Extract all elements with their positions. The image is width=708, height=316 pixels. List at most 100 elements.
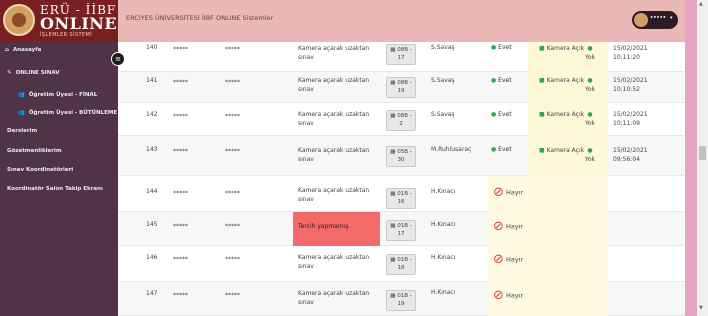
room-number: 30	[397, 157, 405, 163]
sidebar-item-ogretim-final[interactable]: 👥 Öğretim Üyesi - FİNAL	[0, 92, 118, 98]
attendance-label: Evet	[498, 77, 512, 84]
ban-icon: ⊘	[493, 185, 504, 200]
sidebar-item-sinav-koordinatorleri[interactable]: Sınav Koordinatörleri	[0, 167, 118, 173]
masked-field: *****	[225, 223, 240, 230]
time: 10:11:20	[613, 54, 640, 61]
room-button[interactable]: ▦ 01B - 19	[386, 290, 416, 311]
camera-label: Kamera Açık	[546, 77, 585, 84]
sidebar-item-label: Anasayfa	[12, 47, 42, 53]
scroll-down-icon[interactable]: ▼	[699, 305, 703, 311]
scroll-up-icon[interactable]: ▲	[699, 1, 703, 7]
logo[interactable]: ERÜ - İİBF ONLINE İŞLEMLER SİSTEMİ	[0, 0, 118, 42]
sidebar-item-label: Öğretim Üyesi - BÜTÜNLEME	[28, 110, 118, 116]
grid-icon: ▦	[390, 47, 396, 53]
check-circle-icon: ●	[491, 77, 497, 84]
room-code: 01B -	[397, 257, 412, 263]
sidebar-toggle-button[interactable]: ≡	[111, 52, 125, 66]
room-button[interactable]: ▦ 08B - 2	[386, 110, 416, 131]
camera-icon: ■	[539, 45, 545, 52]
user-menu[interactable]: ••••• ▾	[632, 11, 678, 29]
absence-status: ● Yok	[585, 110, 595, 128]
sidebar-item-anasayfa[interactable]: ⌂ Anasayfa	[0, 47, 118, 53]
attendance-yes: ● Evet	[491, 44, 512, 51]
camera-status: ■ Kamera Açık	[539, 110, 584, 119]
grid-icon: ▦	[390, 223, 396, 229]
sidebar-item-label: Öğretim Üyesi - FİNAL	[28, 92, 98, 98]
logo-line3: İŞLEMLER SİSTEMİ	[40, 32, 93, 38]
absence-status: ● Yok	[585, 76, 595, 94]
room-number: 19	[397, 88, 405, 94]
room-number: 17	[397, 231, 405, 237]
timestamp: 15/02/2021 10:10:52	[613, 76, 648, 94]
exam-type: Kamera açarak uzaktan sınav	[298, 254, 370, 270]
sidebar-item-gozetmenliklerim[interactable]: Gözetmenliklerim	[0, 148, 118, 154]
room-code: 01B -	[397, 191, 412, 197]
room-code: 01B -	[397, 223, 412, 229]
timestamp: 15/02/2021 09:56:04	[613, 146, 648, 164]
room-code: 08B -	[397, 47, 412, 53]
time: 10:11:09	[613, 120, 640, 127]
row-id: 144	[146, 188, 158, 195]
room-button[interactable]: ▦ 08B - 17	[386, 44, 416, 65]
supervisor: S.Savaş	[431, 111, 455, 118]
masked-field: *****	[225, 148, 240, 155]
masked-field: *****	[225, 46, 240, 53]
masked-field: *****	[173, 223, 188, 230]
scrollbar-thumb[interactable]	[699, 146, 706, 160]
room-button[interactable]: ▦ 08B - 19	[386, 77, 416, 98]
camera-label: Kamera Açık	[546, 45, 585, 52]
camera-icon: ■	[539, 147, 545, 154]
sidebar-item-label: Derslerim	[7, 128, 38, 134]
camera-label: Kamera Açık	[546, 147, 585, 154]
exam-type: Kamera açarak uzaktan sınav	[298, 111, 370, 127]
room-code: 01B -	[397, 293, 412, 299]
attendance-label: Hayır	[505, 291, 524, 300]
supervisor: H.Kınacı	[431, 221, 456, 228]
table-row: 142 ***** ***** Kamera açarak uzaktan sı…	[118, 103, 685, 136]
camera-status: ■ Kamera Açık	[539, 146, 584, 155]
camera-cell-bg	[528, 136, 608, 176]
attendance-no: ⊘ Hayır	[493, 219, 523, 234]
supervisor: S.Savaş	[431, 77, 455, 84]
row-id: 145	[146, 221, 158, 228]
absence-label: Yok	[585, 120, 596, 127]
row-id: 142	[146, 111, 158, 118]
attendance-label: Evet	[498, 146, 512, 153]
sidebar-item-label: Sınav Koordinatörleri	[7, 167, 74, 173]
user-name: •••••	[650, 15, 666, 21]
attendance-no: ⊘ Hayır	[493, 288, 523, 303]
sidebar-item-label: Gözetmenliklerim	[7, 148, 62, 154]
room-button[interactable]: ▦ 01B - 18	[386, 254, 416, 275]
camera-icon: ■	[539, 77, 545, 84]
vertical-scrollbar[interactable]: ▲ ▼	[697, 0, 708, 316]
ban-icon: ⊘	[493, 252, 504, 267]
room-button[interactable]: ▦ 05B - 30	[386, 146, 416, 167]
status-dot-icon: ●	[587, 45, 593, 52]
room-button[interactable]: ▦ 01B - 16	[386, 188, 416, 209]
grid-icon: ▦	[390, 293, 396, 299]
sidebar-item-ogretim-butunleme[interactable]: 👥 Öğretim Üyesi - BÜTÜNLEME	[0, 110, 118, 116]
masked-field: *****	[173, 46, 188, 53]
room-button[interactable]: ▦ 01B - 17	[386, 220, 416, 241]
sidebar-item-label: ONLINE SINAV	[15, 70, 60, 76]
sidebar-item-koordinator-salon[interactable]: Koordinatör Salon Takip Ekranı	[0, 186, 118, 192]
logo-line2: ONLINE	[40, 14, 118, 33]
time: 10:10:52	[613, 86, 640, 93]
absence-label: Yok	[585, 156, 596, 163]
exam-type: Kamera açarak uzaktan sınav	[298, 147, 370, 163]
sidebar: ERÜ - İİBF ONLINE İŞLEMLER SİSTEMİ ⌂ Anas…	[0, 0, 118, 316]
home-icon: ⌂	[5, 47, 9, 53]
check-circle-icon: ●	[491, 146, 497, 153]
camera-label: Kamera Açık	[546, 111, 585, 118]
sidebar-item-online-sinav[interactable]: ✎ ONLINE SINAV	[0, 70, 118, 76]
masked-field: *****	[173, 113, 188, 120]
masked-field: *****	[173, 190, 188, 197]
date: 15/02/2021	[613, 111, 648, 118]
sidebar-item-derslerim[interactable]: Derslerim	[0, 128, 118, 134]
grid-icon: ▦	[390, 149, 396, 155]
masked-field: *****	[225, 190, 240, 197]
grid-icon: ▦	[390, 257, 396, 263]
room-number: 17	[397, 55, 405, 61]
room-code: 08B -	[397, 113, 412, 119]
date: 15/02/2021	[613, 77, 648, 84]
